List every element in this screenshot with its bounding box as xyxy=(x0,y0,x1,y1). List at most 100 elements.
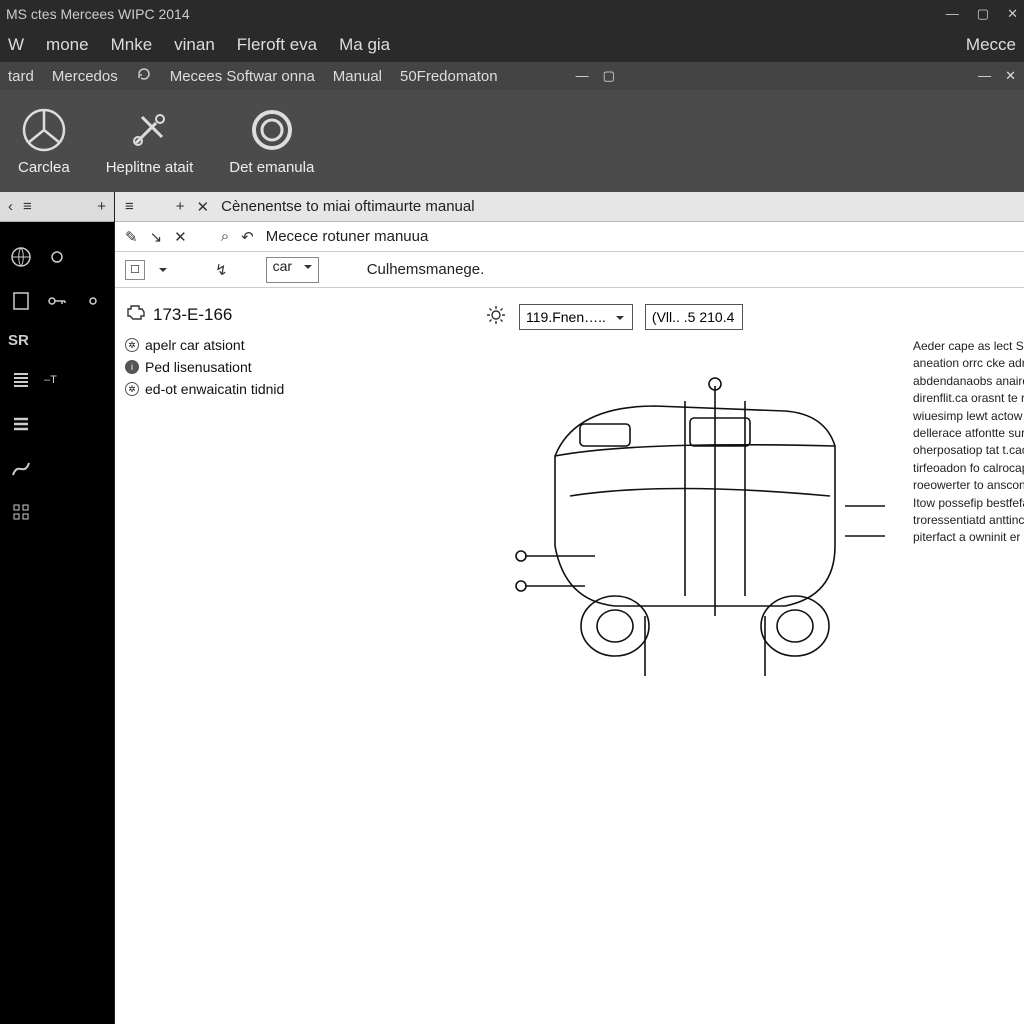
figure-select-2[interactable]: (Vll.. .5 210.4 xyxy=(645,304,744,330)
ribbon-label: Heplitne atait xyxy=(106,159,194,176)
tab-title: Cènenentse to miai oftimaurte manual xyxy=(221,198,474,215)
tab-hamburger-icon[interactable]: ≡ xyxy=(125,198,134,215)
toolbar-close-icon[interactable]: ✕ xyxy=(174,228,187,246)
filter-right-label: Culhemsmanege. xyxy=(367,261,485,278)
gear-icon xyxy=(485,304,507,331)
mercedes-star-icon xyxy=(21,107,67,153)
tools-icon xyxy=(126,107,172,153)
tab-fredomaton[interactable]: 50Fredomaton xyxy=(400,68,498,85)
doc2-close-icon[interactable]: ✕ xyxy=(1005,68,1016,84)
chevron-down-icon[interactable] xyxy=(159,261,167,278)
ribbon-label: Carclea xyxy=(18,159,70,176)
sidebar-item[interactable] xyxy=(8,288,106,314)
sidebar-item[interactable] xyxy=(8,455,106,481)
tree-node-label: Ped lisenusationt xyxy=(145,359,252,375)
doc-maximize-icon[interactable]: ▢ xyxy=(603,68,615,84)
dot-icon xyxy=(44,244,70,270)
figure-select-1-label: 119.Fnen….. xyxy=(526,309,606,325)
window-title: MS ctes Mercees WIPC 2014 xyxy=(6,6,190,22)
sidebar-add-icon[interactable]: + xyxy=(97,198,106,215)
window-controls: — ▢ ✕ xyxy=(946,6,1018,22)
doc-icon xyxy=(8,288,34,314)
figure-description: Aeder cape as lect SIF desransninces ane… xyxy=(905,332,1024,1014)
ribbon-item-heplitne[interactable]: Heplitne atait xyxy=(106,107,194,176)
menu-item-magia[interactable]: Ma gia xyxy=(339,35,390,55)
curve-icon xyxy=(8,455,34,481)
tab-software[interactable]: Mecees Softwar onna xyxy=(170,68,315,85)
arrow-icon[interactable]: ↘ xyxy=(150,228,163,246)
tree-node[interactable]: ✲ ed-ot enwaicatin tidnid xyxy=(125,381,475,397)
filter-car-label: car xyxy=(273,258,292,274)
content: ≡ + ✕ Cènenentse to miai oftimaurte manu… xyxy=(115,192,1024,1024)
nav-tree: 173-E-166 ✲ apelr car atsiont i Ped lise… xyxy=(125,302,475,1014)
toolbar-title: Mecece rotuner manuua xyxy=(266,228,429,245)
tree-node-label: ed-ot enwaicatin tidnid xyxy=(145,381,284,397)
search-icon[interactable]: ⌕ xyxy=(221,228,229,245)
sidebar-item[interactable]: –T xyxy=(8,367,106,393)
sidebar-menu-icon[interactable]: ≡ xyxy=(23,198,32,215)
bullet-icon: i xyxy=(125,360,139,374)
tabbar: ≡ + ✕ Cènenentse to miai oftimaurte manu… xyxy=(115,192,1024,222)
sidebar-item-sr[interactable]: SR xyxy=(8,332,106,349)
bullet-icon: ✲ xyxy=(125,382,139,396)
menu-item-vinan[interactable]: vinan xyxy=(174,35,215,55)
ribbon-label: Det emanula xyxy=(229,159,314,176)
filterbar: ☐ ↯ car Culhemsmanege. ⧉ xyxy=(115,252,1024,288)
filter-car-dropdown[interactable]: car xyxy=(266,257,319,283)
engine-icon xyxy=(125,302,147,327)
checkbox-icon[interactable]: ☐ xyxy=(125,260,145,280)
ribbon-item-carclea[interactable]: Carclea xyxy=(18,107,70,176)
tab-mercedos[interactable]: Mercedos xyxy=(52,68,118,85)
technical-drawing xyxy=(485,332,905,1014)
globe-icon xyxy=(8,244,34,270)
ribbon: Carclea Heplitne atait Det emanula xyxy=(0,90,1024,192)
menu-right-label: Mecce xyxy=(966,35,1016,55)
menu-item-mnke[interactable]: Mnke xyxy=(111,35,153,55)
list2-icon xyxy=(8,411,34,437)
tree-node[interactable]: i Ped lisenusationt xyxy=(125,359,475,375)
tab-tard[interactable]: tard xyxy=(8,68,34,85)
bullet-icon: ✲ xyxy=(125,338,139,352)
tab-manual[interactable]: Manual xyxy=(333,68,382,85)
doc-minimize-icon[interactable]: — xyxy=(576,68,589,84)
figure-select-2-label: (Vll.. .5 210.4 xyxy=(652,309,735,325)
menubar: W mone Mnke vinan Fleroft eva Ma gia Mec… xyxy=(0,28,1024,62)
list-icon xyxy=(8,367,34,393)
doc2-minimize-icon[interactable]: — xyxy=(978,68,991,84)
dot2-icon xyxy=(80,288,106,314)
close-icon[interactable]: ✕ xyxy=(1007,6,1018,22)
undo-icon[interactable]: ↶ xyxy=(241,228,254,246)
sidebar-sub-label: –T xyxy=(44,374,57,386)
ribbon-tabs: tard Mercedos Mecees Softwar onna Manual… xyxy=(0,62,1024,90)
window-titlebar: MS ctes Mercees WIPC 2014 — ▢ ✕ xyxy=(0,0,1024,28)
minimize-icon[interactable]: — xyxy=(946,6,959,22)
pencil-icon[interactable]: ✎ xyxy=(125,228,138,246)
sidebar: ‹ ≡ + SR –T xyxy=(0,192,115,1024)
sidebar-item[interactable] xyxy=(8,411,106,437)
circle-icon xyxy=(249,107,295,153)
figure-select-1[interactable]: 119.Fnen….. xyxy=(519,304,633,330)
sidebar-item[interactable] xyxy=(8,499,106,525)
menu-item-w[interactable]: W xyxy=(8,35,24,55)
figure-panel: 119.Fnen….. (Vll.. .5 210.4 xyxy=(485,302,1024,1014)
sidebar-top: ‹ ≡ + xyxy=(0,192,114,222)
sidebar-item[interactable] xyxy=(8,244,106,270)
tree-title-text: 173-E-166 xyxy=(153,305,232,325)
tab-plus-icon[interactable]: + xyxy=(176,198,185,215)
wand-icon[interactable]: ↯ xyxy=(215,261,228,279)
refresh-icon[interactable] xyxy=(136,66,152,86)
maximize-icon[interactable]: ▢ xyxy=(977,6,989,22)
sidebar-back-icon[interactable]: ‹ xyxy=(8,198,13,215)
figure-header: 119.Fnen….. (Vll.. .5 210.4 xyxy=(485,302,1024,332)
key-icon xyxy=(44,288,70,314)
menu-item-fleroft[interactable]: Fleroft eva xyxy=(237,35,317,55)
toolbar: ✎ ↘ ✕ ⌕ ↶ Mecece rotuner manuua xyxy=(115,222,1024,252)
ribbon-item-detemanula[interactable]: Det emanula xyxy=(229,107,314,176)
document-area: 173-E-166 ✲ apelr car atsiont i Ped lise… xyxy=(115,288,1024,1024)
menu-item-mone[interactable]: mone xyxy=(46,35,89,55)
tree-title[interactable]: 173-E-166 xyxy=(125,302,475,327)
sidebar-sr-label: SR xyxy=(8,332,29,349)
tree-node[interactable]: ✲ apelr car atsiont xyxy=(125,337,475,353)
tab-close-icon[interactable]: ✕ xyxy=(197,198,210,216)
tree-node-label: apelr car atsiont xyxy=(145,337,245,353)
